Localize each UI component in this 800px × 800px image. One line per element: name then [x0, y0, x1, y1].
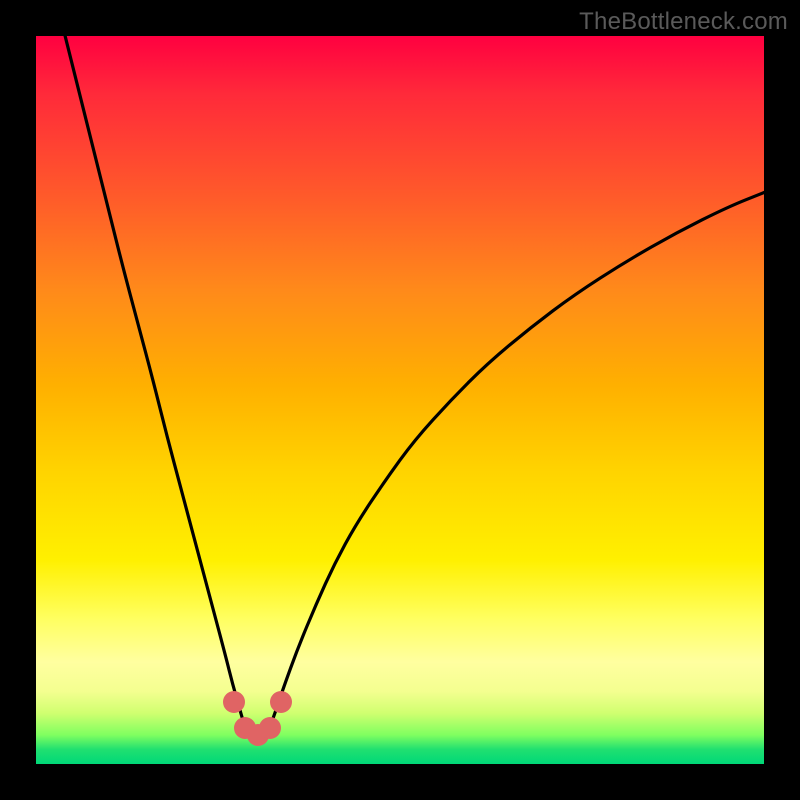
plot-area — [36, 36, 764, 764]
chart-frame: TheBottleneck.com — [0, 0, 800, 800]
bottleneck-curve — [36, 36, 764, 764]
curve-marker — [270, 691, 292, 713]
curve-marker — [223, 691, 245, 713]
watermark-text: TheBottleneck.com — [579, 8, 788, 36]
curve-marker — [259, 717, 281, 739]
